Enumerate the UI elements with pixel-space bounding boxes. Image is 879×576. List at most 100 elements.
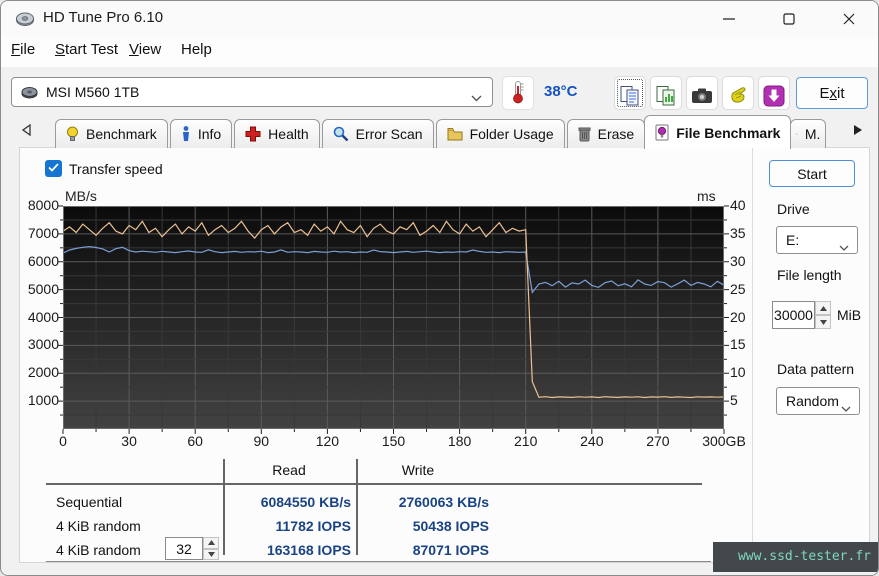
maximize-button[interactable]: [767, 1, 811, 36]
ms-tick-label: 15: [730, 336, 746, 352]
screenshot-button[interactable]: [686, 76, 718, 110]
chevron-down-icon: [841, 399, 851, 417]
x-tick-label: 0: [59, 433, 67, 449]
tab-error-scan[interactable]: Error Scan: [322, 119, 434, 148]
app-window: HD Tune Pro 6.10 File Start Test View He…: [0, 0, 879, 576]
file-length-down-button[interactable]: [815, 315, 831, 329]
table-divider-vertical-2: [356, 459, 358, 555]
tab-benchmark[interactable]: Benchmark: [55, 119, 168, 148]
health-cross-icon: [245, 126, 261, 142]
close-button[interactable]: [827, 1, 871, 36]
y-tick-label: 6000: [19, 253, 59, 269]
chevron-right-icon: [852, 123, 864, 137]
file-length-input[interactable]: [772, 301, 815, 329]
save-arrow-icon: [763, 85, 785, 107]
table-bottom-divider: [46, 561, 711, 562]
title-bar: HD Tune Pro 6.10: [1, 1, 878, 37]
folder-icon: [447, 127, 463, 141]
camera-icon: [691, 87, 713, 105]
x-tick-label: 60: [187, 433, 203, 449]
menu-start-test[interactable]: Start Test: [55, 41, 118, 58]
y-tick-label: 1000: [19, 392, 59, 408]
magnifier-icon: [333, 126, 349, 142]
right-axis-title: ms: [697, 188, 716, 204]
panel-divider: [752, 148, 753, 562]
row-label-4kib-random-qd: 4 KiB random: [56, 542, 141, 558]
file-length-label: File length: [777, 267, 842, 283]
data-pattern-label: Data pattern: [777, 361, 854, 377]
file-bulb-icon: [655, 124, 669, 141]
menu-view[interactable]: View: [129, 41, 161, 58]
queue-depth-input[interactable]: [165, 537, 203, 560]
ms-tick-label: 30: [730, 253, 746, 269]
left-axis-title: MB/s: [65, 188, 97, 204]
tab-scroll-left-button[interactable]: [15, 120, 37, 142]
random-qd-write-value: 87071 IOPS: [365, 542, 489, 558]
start-button[interactable]: Start: [769, 160, 855, 187]
queue-depth-up-button[interactable]: [203, 537, 219, 549]
drive-dropdown[interactable]: E:: [776, 226, 858, 254]
tab-health[interactable]: Health: [234, 119, 319, 148]
sequential-read-value: 6084550 KB/s: [227, 494, 351, 510]
watermark: www.ssd-tester.fr: [713, 542, 879, 572]
transfer-speed-label: Transfer speed: [69, 161, 163, 177]
x-tick-label: 270: [646, 433, 669, 449]
up-arrow-icon: [208, 540, 215, 545]
row-label-sequential: Sequential: [56, 494, 122, 510]
copy-image-button[interactable]: [650, 76, 682, 110]
y-tick-label: 4000: [19, 309, 59, 325]
file-length-unit: MiB: [837, 307, 861, 323]
y-tick-label: 2000: [19, 364, 59, 380]
window-title: HD Tune Pro 6.10: [43, 9, 163, 26]
ms-tick-label: 20: [730, 309, 746, 325]
table-header-divider: [46, 483, 702, 485]
temperature-value: 38°C: [544, 83, 578, 100]
tab-info[interactable]: Info: [170, 119, 232, 148]
drive-label: Drive: [777, 201, 810, 217]
menu-bar: File Start Test View Help: [1, 37, 878, 67]
menu-file[interactable]: File: [11, 41, 35, 58]
app-disk-icon: [15, 9, 35, 29]
copy-image-icon: [655, 85, 677, 107]
sequential-write-value: 2760063 KB/s: [365, 494, 489, 510]
y-tick-label: 7000: [19, 225, 59, 241]
check-icon: [48, 163, 59, 172]
x-tick-label: 150: [382, 433, 405, 449]
chevron-down-icon: [471, 89, 482, 107]
tab-scroll-right-button[interactable]: [847, 120, 869, 142]
menu-help[interactable]: Help: [181, 41, 212, 58]
save-button[interactable]: [758, 76, 790, 110]
data-pattern-value: Random: [786, 393, 839, 409]
y-tick-label: 5000: [19, 281, 59, 297]
random-read-value: 11782 IOPS: [227, 518, 351, 534]
tab-file-benchmark[interactable]: File Benchmark: [644, 115, 791, 149]
queue-depth-down-button[interactable]: [203, 549, 219, 561]
x-tick-label: 90: [254, 433, 270, 449]
random-qd-read-value: 163168 IOPS: [227, 542, 351, 558]
minimize-button[interactable]: [707, 1, 751, 36]
y-tick-label: 8000: [19, 197, 59, 213]
file-length-up-button[interactable]: [815, 301, 831, 315]
tab-erase[interactable]: Erase: [567, 119, 646, 148]
transfer-speed-checkbox[interactable]: [45, 160, 62, 177]
ms-tick-label: 40: [730, 197, 746, 213]
x-tick-label: 120: [316, 433, 339, 449]
copy-text-button[interactable]: [614, 76, 646, 110]
x-tick-label: 210: [514, 433, 537, 449]
data-pattern-dropdown[interactable]: Random: [776, 387, 860, 415]
file-length-stepper: [815, 301, 831, 329]
x-tick-label: 30: [121, 433, 137, 449]
tab-bar: Benchmark Info Health Error Scan Folder …: [55, 114, 828, 148]
chevron-down-icon: [839, 238, 849, 256]
tab-folder-usage[interactable]: Folder Usage: [436, 119, 565, 148]
copy-text-icon: [619, 85, 641, 107]
hand-button[interactable]: [722, 76, 754, 110]
bulb-icon: [66, 126, 79, 142]
drive-selector[interactable]: MSI M560 1TB: [11, 77, 493, 107]
exit-button[interactable]: Exit: [796, 77, 868, 109]
tab-disk-monitor[interactable]: M.: [790, 119, 826, 148]
temperature-button[interactable]: [502, 76, 534, 110]
x-tick-label: 300GB: [702, 433, 746, 449]
info-icon: [181, 126, 191, 142]
random-write-value: 50438 IOPS: [365, 518, 489, 534]
